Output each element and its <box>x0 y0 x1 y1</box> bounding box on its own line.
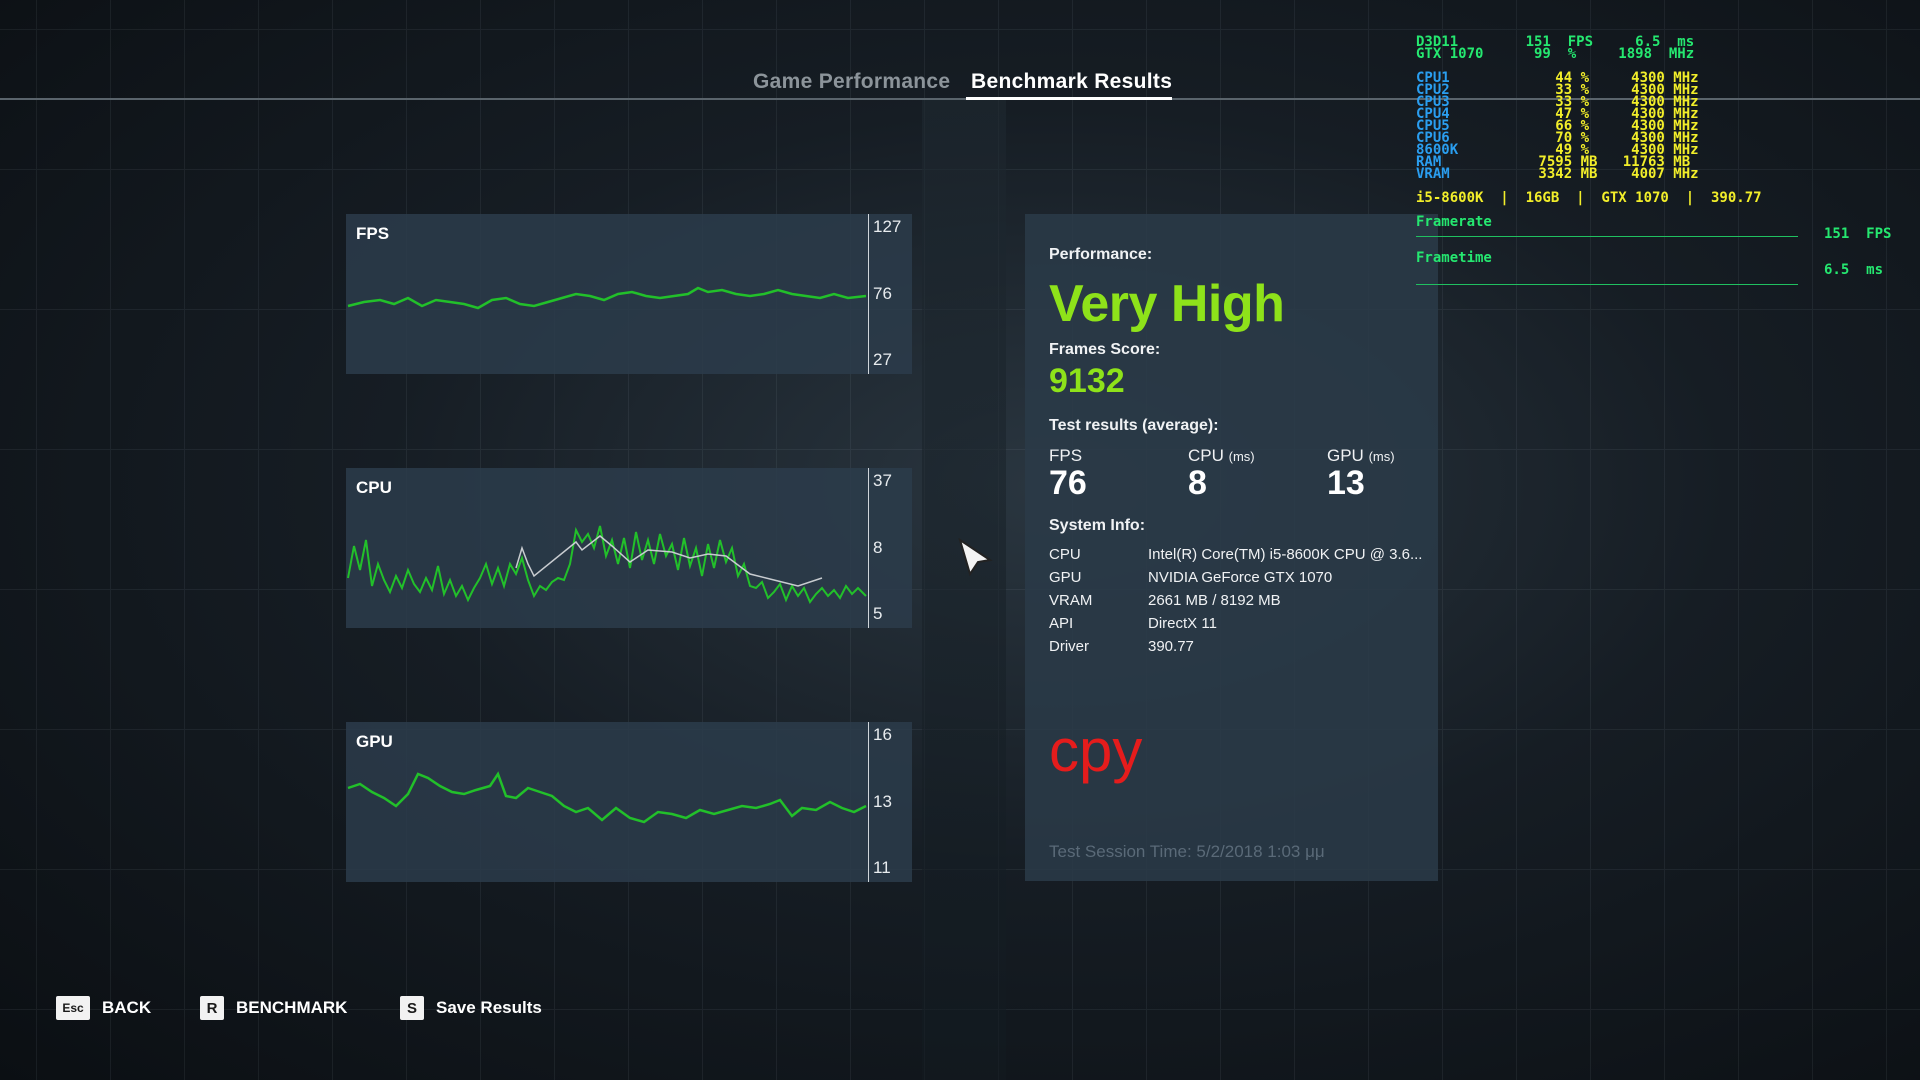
back-button[interactable]: Esc BACK <box>56 996 151 1020</box>
benchmark-label: BENCHMARK <box>236 998 348 1017</box>
stat-cpu-value: 8 <box>1188 464 1207 502</box>
gpu-tick-avg: 13 <box>873 792 892 811</box>
cpu-tick-avg: 8 <box>873 538 883 557</box>
fps-series-line <box>347 286 867 310</box>
benchmark-button[interactable]: R BENCHMARK <box>200 996 347 1020</box>
osd-frametime-value: 6.5 ms <box>1824 262 1884 278</box>
cpu-graph-panel: CPU 37 8 5 <box>346 468 912 628</box>
osd-framerate-graph <box>1416 236 1798 237</box>
save-results-label: Save Results <box>436 998 542 1017</box>
fps-tick-min: 27 <box>873 350 892 369</box>
cpu-tick-max: 37 <box>873 471 892 490</box>
system-info-label: System Info: <box>1049 517 1146 534</box>
gpu-tick-min: 11 <box>873 858 891 877</box>
stat-fps-value: 76 <box>1049 464 1087 502</box>
osd-gtx-line: GTX 1070 99 % 1898 MHz <box>1416 46 1695 62</box>
gpu-graph-axis <box>868 722 869 882</box>
cpu-graph-axis <box>868 468 869 628</box>
sys-vram-key: VRAM <box>1049 592 1093 609</box>
sys-vram-value: 2661 MB / 8192 MB <box>1148 592 1281 609</box>
osd-system-line: i5-8600K | 16GB | GTX 1070 | 390.77 <box>1416 190 1762 206</box>
sys-driver-key: Driver <box>1049 638 1089 655</box>
cpu-graph-plot <box>347 525 867 604</box>
sys-api-value: DirectX 11 <box>1148 615 1217 632</box>
frames-score-value: 9132 <box>1049 362 1125 400</box>
test-session-time: Test Session Time: 5/2/2018 1:03 μμ <box>1049 842 1325 861</box>
test-results-label: Test results (average): <box>1049 417 1219 434</box>
stat-fps-label: FPS <box>1049 446 1083 465</box>
stat-cpu-label: CPU (ms) <box>1188 446 1255 465</box>
back-label: BACK <box>102 998 152 1017</box>
active-tab-indicator <box>966 97 1172 100</box>
s-key-icon: S <box>400 996 424 1020</box>
gpu-graph-plot <box>347 771 867 824</box>
sys-cpu-key: CPU <box>1049 546 1081 563</box>
fps-graph-axis <box>868 214 869 374</box>
fps-graph-plot <box>347 286 867 310</box>
osd-framerate-value: 151 FPS <box>1824 226 1892 242</box>
sys-gpu-value: NVIDIA GeForce GTX 1070 <box>1148 569 1333 586</box>
background-wall-column <box>922 100 1006 1080</box>
tab-game-performance[interactable]: Game Performance <box>753 70 950 94</box>
performance-value: Very High <box>1049 275 1285 333</box>
osd-row-values: 3342 MB 4007 MHz <box>1530 166 1699 182</box>
osd-row-name: VRAM <box>1416 166 1450 182</box>
fps-tick-max: 127 <box>873 217 902 236</box>
esc-key-icon: Esc <box>56 996 90 1020</box>
tab-benchmark-results[interactable]: Benchmark Results <box>971 70 1172 94</box>
cpu-series-line <box>347 525 867 604</box>
sys-api-key: API <box>1049 615 1074 632</box>
osd-frametime-graph <box>1416 284 1798 285</box>
gpu-series-line <box>347 771 867 824</box>
fps-tick-avg: 76 <box>873 284 892 303</box>
performance-label: Performance: <box>1049 246 1153 263</box>
gpu-graph-panel: GPU 16 13 11 <box>346 722 912 882</box>
stat-gpu-value: 13 <box>1327 464 1365 502</box>
stat-gpu-label: GPU (ms) <box>1327 446 1395 465</box>
sys-cpu-value: Intel(R) Core(TM) i5-8600K CPU @ 3.6... <box>1148 546 1423 563</box>
frames-score-label: Frames Score: <box>1049 341 1161 358</box>
r-key-icon: R <box>200 996 224 1020</box>
save-results-button[interactable]: S Save Results <box>400 996 542 1020</box>
cpu-tick-min: 5 <box>873 604 883 623</box>
results-panel: Performance: Very High Frames Score: 913… <box>1025 214 1438 881</box>
osd-frametime-label: Frametime <box>1416 250 1492 266</box>
sys-driver-value: 390.77 <box>1148 638 1194 655</box>
watermark-stamp: cpy <box>1049 717 1143 784</box>
mouse-cursor-icon <box>958 538 993 577</box>
fps-graph-panel: FPS 127 76 27 <box>346 214 912 374</box>
gpu-tick-max: 16 <box>873 725 892 744</box>
osd-framerate-label: Framerate <box>1416 214 1492 230</box>
sys-gpu-key: GPU <box>1049 569 1082 586</box>
